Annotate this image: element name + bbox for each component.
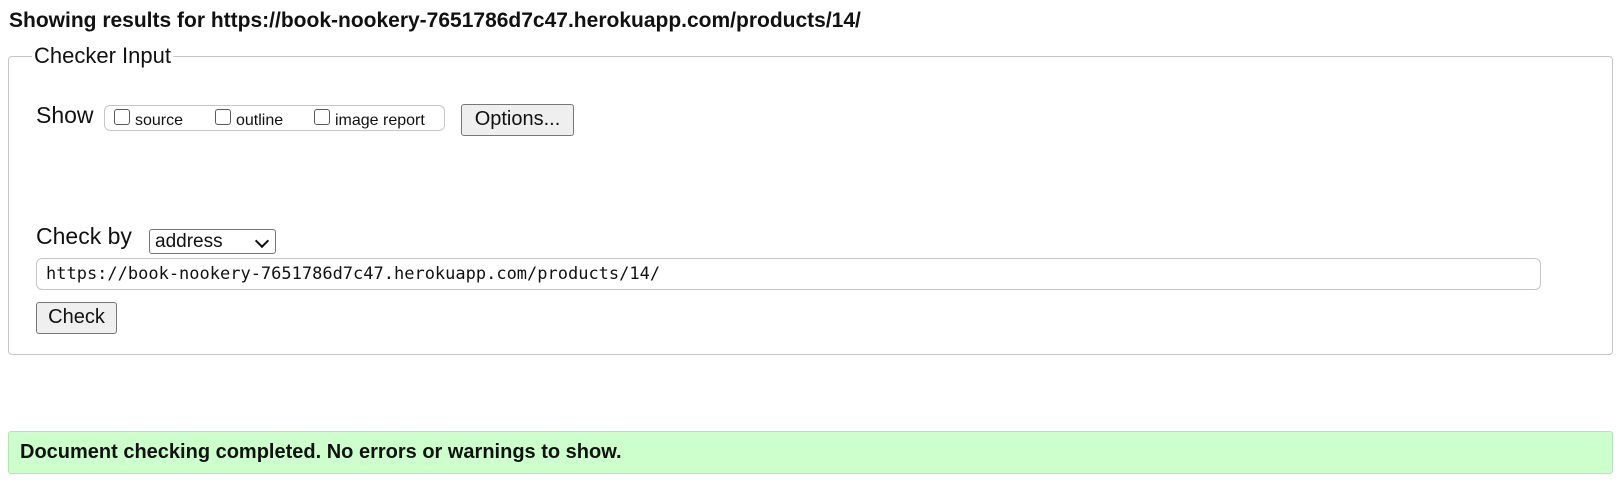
page-title: Showing results for https://book-nookery… xyxy=(9,9,861,32)
check-by-selected-value: address xyxy=(155,231,223,252)
options-button[interactable]: Options... xyxy=(461,104,574,136)
image-report-checkbox-label: image report xyxy=(335,112,425,129)
check-by-select[interactable]: address xyxy=(149,229,276,254)
chevron-down-icon xyxy=(254,233,270,249)
show-source-option[interactable]: source xyxy=(114,109,183,129)
url-input[interactable]: https://book-nookery-7651786d7c47.heroku… xyxy=(36,258,1541,290)
checker-input-fieldset: Checker Input Show source outline image … xyxy=(8,43,1613,355)
show-label: Show xyxy=(36,102,94,128)
show-image-report-option[interactable]: image report xyxy=(314,109,425,129)
source-checkbox[interactable] xyxy=(114,109,130,125)
show-outline-option[interactable]: outline xyxy=(215,109,283,129)
checker-input-legend: Checker Input xyxy=(32,43,173,69)
show-options-group: source outline image report xyxy=(104,105,445,131)
page: Showing results for https://book-nookery… xyxy=(0,0,1620,481)
outline-checkbox[interactable] xyxy=(215,109,231,125)
source-checkbox-label: source xyxy=(135,112,184,129)
image-report-checkbox[interactable] xyxy=(314,109,330,125)
outline-checkbox-label: outline xyxy=(236,112,284,129)
check-by-label: Check by xyxy=(36,223,132,249)
check-button[interactable]: Check xyxy=(36,302,117,334)
status-banner: Document checking completed. No errors o… xyxy=(8,431,1613,474)
